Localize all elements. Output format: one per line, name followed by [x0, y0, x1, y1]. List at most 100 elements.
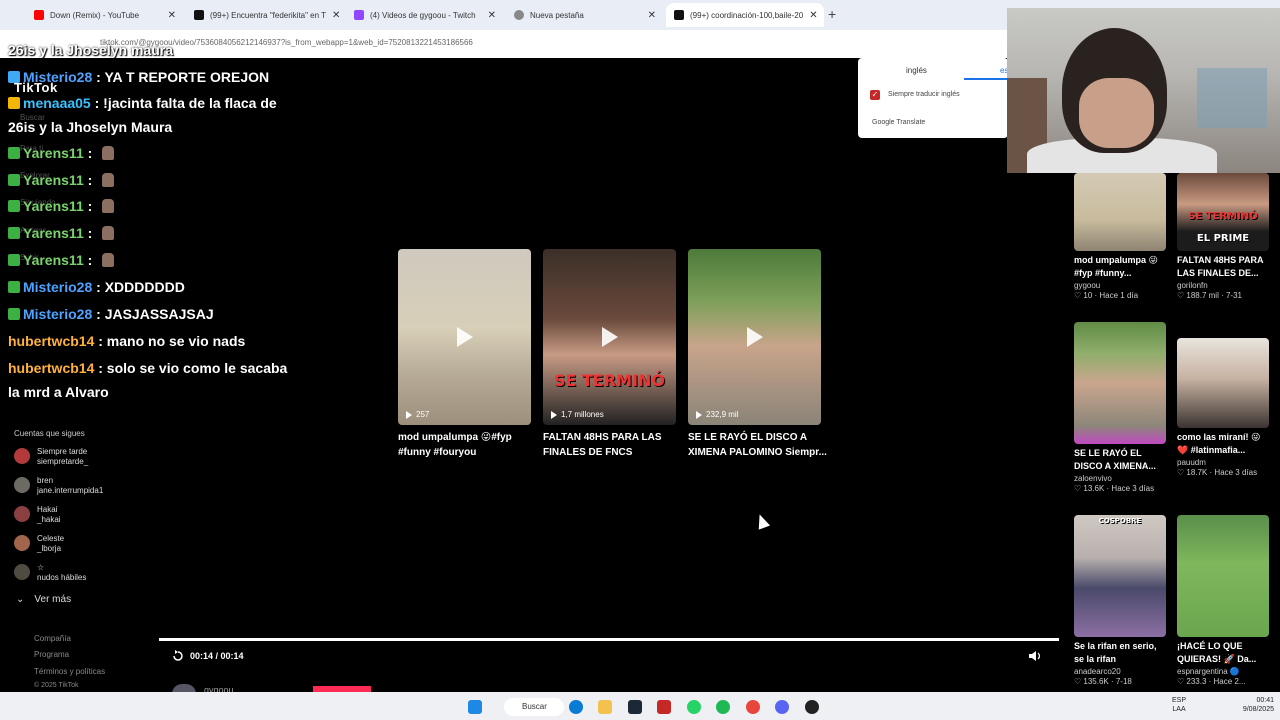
chat-text: 26is y la Jhoselyn Maura: [8, 119, 173, 135]
chat-line: Misterio28 : YA T REPORTE OREJON: [8, 69, 269, 85]
recommended-video[interactable]: mod umpalumpa 😜 #fyp #funny... gygoou ♡ …: [1074, 173, 1166, 300]
tab-new[interactable]: Nueva pestaña ✕: [506, 3, 664, 27]
video-caption[interactable]: mod umpalumpa 😜#fyp #funny #fouryou: [398, 430, 538, 460]
following-item[interactable]: Hakai _hakai: [14, 505, 134, 525]
app-icon[interactable]: [657, 700, 671, 714]
following-handle: _lborja: [37, 544, 62, 553]
emote-icon: [102, 226, 115, 240]
see-more-button[interactable]: ⌄ Ver más: [16, 594, 71, 605]
video-caption[interactable]: FALTAN 48HS PARA LAS FINALES DE FNCS: [543, 430, 683, 460]
chat-text: : YA T REPORTE OREJON: [96, 69, 270, 85]
play-icon: [696, 410, 702, 419]
badge-icon: [8, 281, 20, 293]
whatsapp-icon[interactable]: [687, 700, 701, 714]
footer-link-terms[interactable]: Términos y políticas: [34, 667, 105, 676]
input-language[interactable]: ESP LAA: [1172, 696, 1186, 714]
play-icon: [746, 327, 763, 347]
app-icon[interactable]: [805, 700, 819, 714]
chevron-down-icon: ⌄: [16, 594, 25, 605]
recommended-author: espnargentina 🔵: [1177, 667, 1240, 676]
recommended-stats: ♡ 13.6K · Hace 3 días: [1074, 484, 1155, 493]
video-progress-bar[interactable]: [159, 638, 1059, 641]
chat-text: : solo se vio como le sacaba: [98, 360, 288, 376]
chat-user: Misterio28: [23, 279, 93, 295]
chat-line: hubertwcb14 : solo se vio como le sacaba: [8, 360, 287, 376]
tab-tiktok-search[interactable]: (99+) Encuentra "federikita" en T ✕: [186, 3, 344, 27]
translate-source-language[interactable]: inglés: [906, 66, 927, 75]
recommended-stats: ♡ 233.3 · Hace 2...: [1177, 677, 1246, 686]
footer-link-company[interactable]: Compañía: [34, 634, 71, 643]
chat-text: :: [83, 145, 97, 161]
recommended-video[interactable]: ¡HACÉ LO QUE QUIERAS! 🚀 Da... espnargent…: [1177, 515, 1269, 686]
following-item[interactable]: Siempre tarde siempretarde_: [14, 447, 134, 467]
edge-icon[interactable]: [569, 700, 583, 714]
video-thumbnail[interactable]: [1177, 338, 1269, 428]
recommended-title: ¡HACÉ LO QUE QUIERAS! 🚀 Da...: [1177, 641, 1257, 664]
clock-date: 9/08/2025: [1242, 706, 1274, 713]
taskbar-search[interactable]: Buscar: [504, 698, 564, 716]
play-icon: [456, 327, 473, 347]
following-item[interactable]: bren jane.interrumpida1: [14, 476, 134, 496]
video-card[interactable]: 257: [398, 249, 531, 425]
chat-text: :: [83, 198, 97, 214]
video-thumbnail[interactable]: COSPOBRE: [1074, 515, 1166, 637]
following-accounts-title: Cuentas que sigues: [14, 429, 85, 438]
badge-icon: [8, 174, 20, 186]
video-thumbnail[interactable]: [1177, 515, 1269, 637]
checkbox[interactable]: ✓: [870, 90, 880, 100]
chrome-icon[interactable]: [746, 700, 760, 714]
chat-line: Yarens11 :: [8, 198, 115, 214]
twitch-icon: [354, 10, 364, 20]
video-thumbnail[interactable]: [1074, 322, 1166, 444]
replay-icon[interactable]: [172, 650, 184, 662]
recommended-video[interactable]: SE TERMINÓ EL PRIME FALTAN 48HS PARA LAS…: [1177, 173, 1269, 300]
close-icon[interactable]: ✕: [803, 10, 817, 21]
new-tab-button[interactable]: +: [828, 6, 836, 22]
tab-youtube[interactable]: Down (Remix) - YouTube ✕: [26, 3, 184, 27]
chat-text: : JASJASSAJSAJ: [96, 306, 214, 322]
file-explorer-icon[interactable]: [598, 700, 612, 714]
video-card[interactable]: SE TERMINÓ 1,7 millones: [543, 249, 676, 425]
lang-line1: ESP: [1172, 697, 1187, 704]
recommended-stats: ♡ 188.7 mil · 7-31: [1177, 291, 1242, 300]
tab-tiktok-active[interactable]: (99+) coordinación-100,baile-20 ✕: [666, 3, 824, 27]
windows-start-icon[interactable]: [468, 700, 482, 714]
system-clock[interactable]: 00:41 9/08/2025: [1234, 696, 1274, 714]
always-translate-label: Siempre traducir inglés: [888, 91, 960, 98]
video-thumbnail[interactable]: SE TERMINÓ EL PRIME: [1177, 173, 1269, 251]
video-thumbnail[interactable]: [1074, 173, 1166, 251]
spotify-icon[interactable]: [716, 700, 730, 714]
play-icon: [551, 410, 557, 419]
recommended-video[interactable]: como las miraní! 😜 ❤️ #latinmafia... pau…: [1177, 338, 1269, 477]
video-overlay-text: EL PRIME: [1196, 233, 1250, 244]
following-handle: _hakai: [37, 515, 61, 524]
recommended-video[interactable]: COSPOBRE Se la rifan en serio, se la rif…: [1074, 515, 1166, 686]
video-overlay-text: SE TERMINÓ: [553, 371, 666, 390]
tab-twitch[interactable]: (4) Videos de gygoou - Twitch ✕: [346, 3, 504, 27]
chat-user: Yarens11: [23, 225, 84, 241]
avatar: [14, 535, 30, 551]
chat-line: 26is y la Jhoselyn maura: [8, 42, 173, 58]
close-icon[interactable]: ✕: [642, 10, 656, 21]
playback-time: 00:14 / 00:14: [190, 651, 244, 661]
volume-icon[interactable]: [1028, 650, 1042, 662]
close-icon[interactable]: ✕: [482, 10, 496, 21]
emote-icon: [102, 173, 115, 187]
recommended-stats: ♡ 135.6K · 7-18: [1074, 677, 1132, 686]
discord-icon[interactable]: [775, 700, 789, 714]
chat-line: 26is y la Jhoselyn Maura: [8, 119, 172, 135]
avatar: [14, 564, 30, 580]
close-icon[interactable]: ✕: [326, 10, 340, 21]
following-item[interactable]: Celeste _lborja: [14, 534, 134, 554]
video-card[interactable]: 232,9 mil: [688, 249, 821, 425]
steam-icon[interactable]: [628, 700, 642, 714]
video-caption[interactable]: SE LE RAYÓ EL DISCO A XIMENA PALOMINO Si…: [688, 430, 828, 460]
footer-link-program[interactable]: Programa: [34, 650, 69, 659]
emote-icon: [102, 199, 115, 213]
recommended-author: gorilonfn: [1177, 281, 1208, 290]
badge-icon: [8, 97, 20, 109]
close-icon[interactable]: ✕: [162, 10, 176, 21]
recommended-video[interactable]: SE LE RAYÓ EL DISCO A XIMENA... zaloenvi…: [1074, 322, 1166, 493]
following-item[interactable]: ☆ nudos hábiles: [14, 563, 134, 583]
translate-popup: inglés es ✓ Siempre traducir inglés Goog…: [858, 58, 1008, 138]
